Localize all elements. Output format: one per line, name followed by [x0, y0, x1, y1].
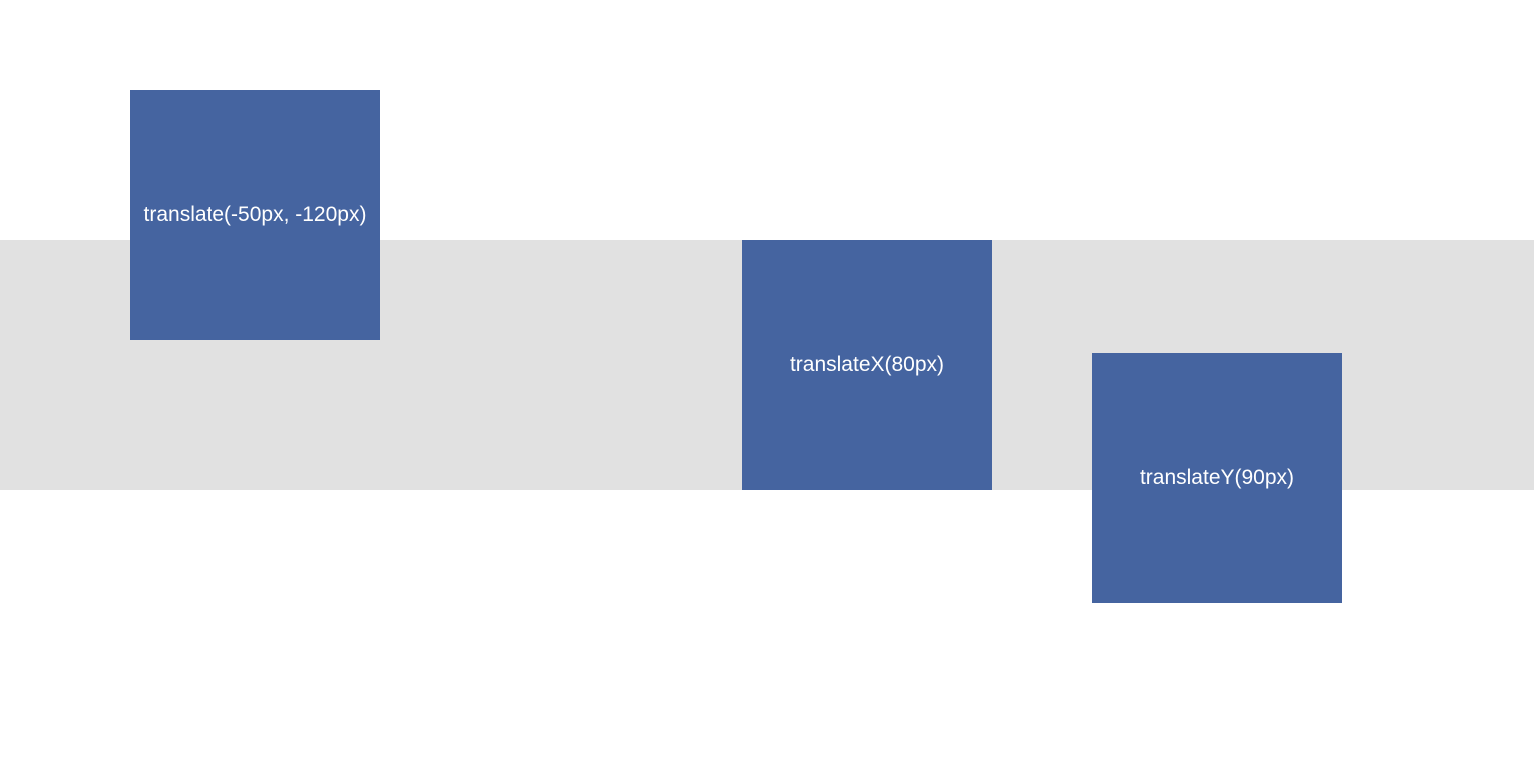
translate-y-box: translateY(90px)	[1092, 353, 1342, 603]
translate-xy-label: translate(-50px, -120px)	[143, 203, 367, 226]
demo-stage: translate(-50px, -120px) translateX(80px…	[0, 0, 1534, 769]
translate-y-label: translateY(90px)	[1139, 466, 1295, 489]
translate-x-label: translateX(80px)	[789, 353, 945, 376]
translate-xy-box: translate(-50px, -120px)	[130, 90, 380, 340]
translate-x-box: translateX(80px)	[742, 240, 992, 490]
